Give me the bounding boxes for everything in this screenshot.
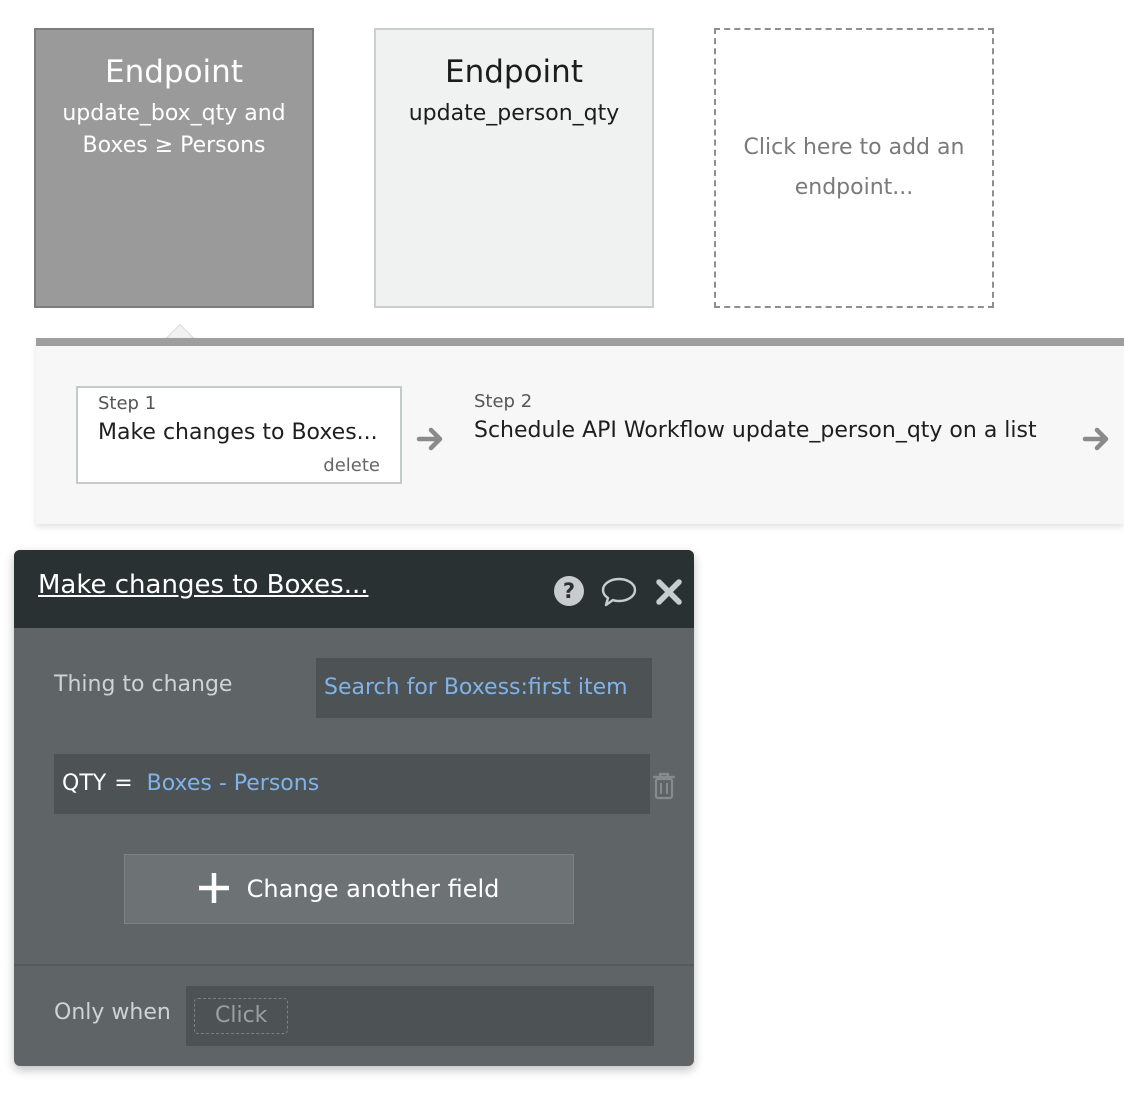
workflow-step-2[interactable]: Step 2 Schedule API Workflow update_pers… (456, 386, 1076, 484)
trash-icon[interactable] (650, 770, 678, 800)
help-icon[interactable]: ? (552, 574, 586, 608)
step-delete-link[interactable]: delete (323, 455, 380, 476)
add-endpoint-label: Click here to add an endpoint... (743, 135, 965, 200)
only-when-label: Only when (54, 1000, 171, 1025)
thing-to-change-input[interactable]: Search for Boxess:first item (316, 658, 652, 718)
change-another-field-button[interactable]: Change another field (124, 854, 574, 924)
field-operator: = (114, 771, 133, 796)
step-number-label: Step 2 (474, 391, 533, 412)
workflow-editor-canvas: Endpoint update_box_qty and Boxes ≥ Pers… (0, 0, 1124, 1112)
selected-endpoint-caret (166, 325, 194, 339)
change-another-field-label: Change another field (246, 875, 500, 903)
add-endpoint-card[interactable]: Click here to add an endpoint... (714, 28, 994, 308)
comment-icon[interactable] (600, 574, 638, 608)
only-when-click-placeholder[interactable]: Click (194, 998, 289, 1034)
endpoint-title: Endpoint (105, 54, 243, 90)
close-icon[interactable] (654, 574, 684, 608)
action-property-editor: Make changes to Boxes... ? Thing to chan… (14, 550, 694, 1066)
workflow-steps-bar: Step 1 Make changes to Boxes... delete S… (36, 338, 1124, 524)
endpoint-card-update-person-qty[interactable]: Endpoint update_person_qty (374, 28, 654, 308)
endpoint-name: update_person_qty (408, 101, 620, 126)
editor-title[interactable]: Make changes to Boxes... (38, 570, 368, 600)
field-name: QTY (62, 771, 107, 796)
field-change-row[interactable]: QTY = Boxes - Persons (54, 754, 650, 814)
endpoint-title: Endpoint (445, 54, 583, 90)
step-title: Make changes to Boxes... (98, 420, 378, 445)
svg-text:?: ? (563, 579, 575, 603)
arrow-right-icon[interactable] (1082, 424, 1112, 454)
step-title: Schedule API Workflow update_person_qty … (474, 418, 1037, 443)
endpoint-name: update_box_qty and Boxes ≥ Persons (62, 101, 286, 158)
field-value-expression[interactable]: Boxes - Persons (147, 771, 320, 796)
step-number-label: Step 1 (98, 393, 157, 414)
endpoint-card-update-box-qty[interactable]: Endpoint update_box_qty and Boxes ≥ Pers… (34, 28, 314, 308)
section-divider (14, 964, 694, 966)
thing-to-change-label: Thing to change (54, 672, 233, 697)
arrow-right-icon (416, 427, 443, 451)
plus-icon (198, 873, 229, 903)
workflow-step-1[interactable]: Step 1 Make changes to Boxes... delete (76, 386, 402, 484)
editor-header: Make changes to Boxes... ? (14, 550, 694, 628)
only-when-condition-input[interactable]: Click (186, 986, 654, 1046)
